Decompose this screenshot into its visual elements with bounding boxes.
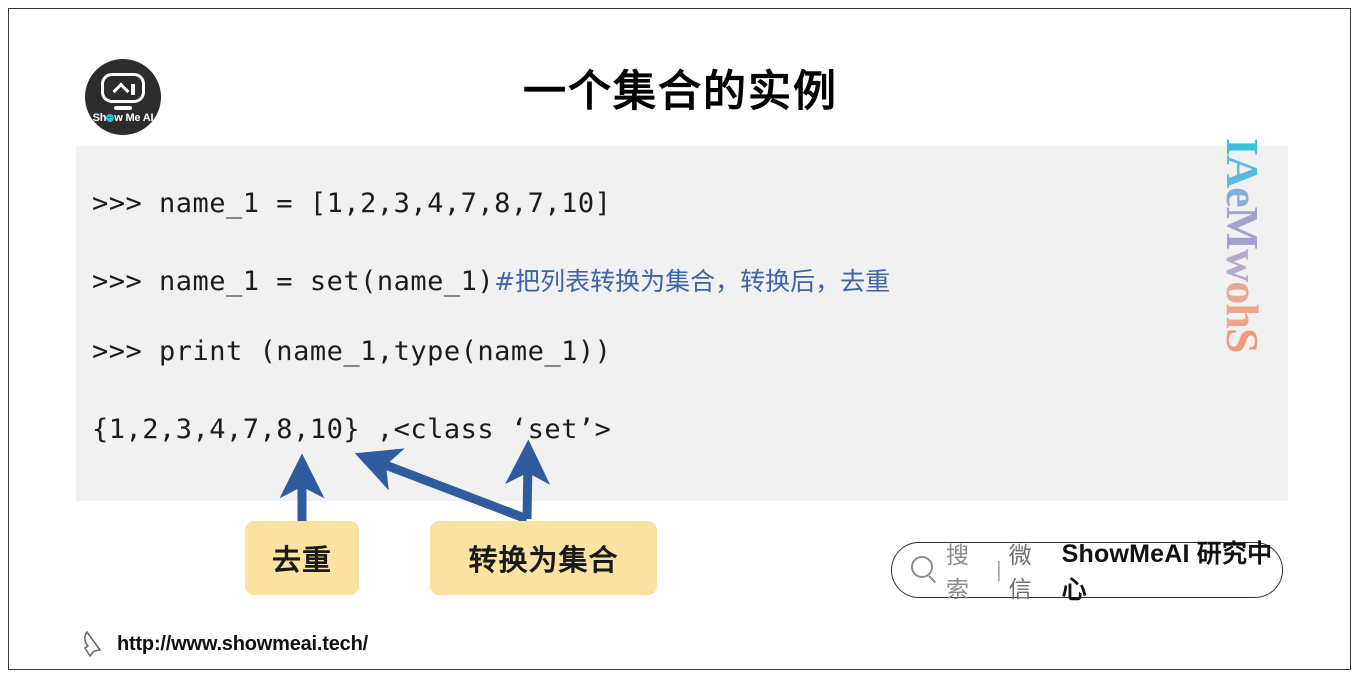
badge-brand-label: ShowMeAI 研究中心 (1061, 540, 1273, 604)
badge-channel-label: 微信 (1008, 543, 1032, 603)
badge-separator: | (995, 557, 1002, 582)
badge-search-label: 搜索 (946, 543, 969, 603)
slide-canvas: Sh w Me AI 一个集合的实例 >>> name_1 = [1,2,3,4,… (8, 8, 1351, 670)
callout-dedup: 去重 (245, 521, 359, 595)
code-line-2-comment: #把列表转换为集合，转换后，去重 (494, 267, 891, 296)
callout-dedup-label: 去重 (271, 543, 332, 577)
footer: http://www.showmeai.tech/ (81, 629, 368, 659)
cursor-pointer-icon (84, 631, 101, 657)
code-line-4-output: {1,2,3,4,7,8,10} ,<class ‘set’> (92, 414, 612, 445)
code-line-3: >>> print (name_1,type(name_1)) (92, 336, 612, 367)
callout-convert-to-set-label: 转换为集合 (468, 543, 619, 577)
callout-convert-to-set: 转换为集合 (430, 521, 657, 595)
code-line-2-text: >>> name_1 = set(name_1) (92, 266, 495, 297)
search-icon (910, 555, 940, 585)
page-title: 一个集合的实例 (523, 67, 838, 117)
code-line-2: >>> name_1 = set(name_1)#把列表转换为集合，转换后，去重 (92, 262, 890, 298)
wechat-search-badge[interactable]: 搜索 | 微信 ShowMeAI 研究中心 (891, 540, 1283, 604)
code-line-1: >>> name_1 = [1,2,3,4,7,8,7,10] (92, 188, 612, 219)
code-block: >>> name_1 = [1,2,3,4,7,8,7,10] >>> name… (76, 146, 1288, 501)
footer-url[interactable]: http://www.showmeai.tech/ (117, 633, 368, 656)
